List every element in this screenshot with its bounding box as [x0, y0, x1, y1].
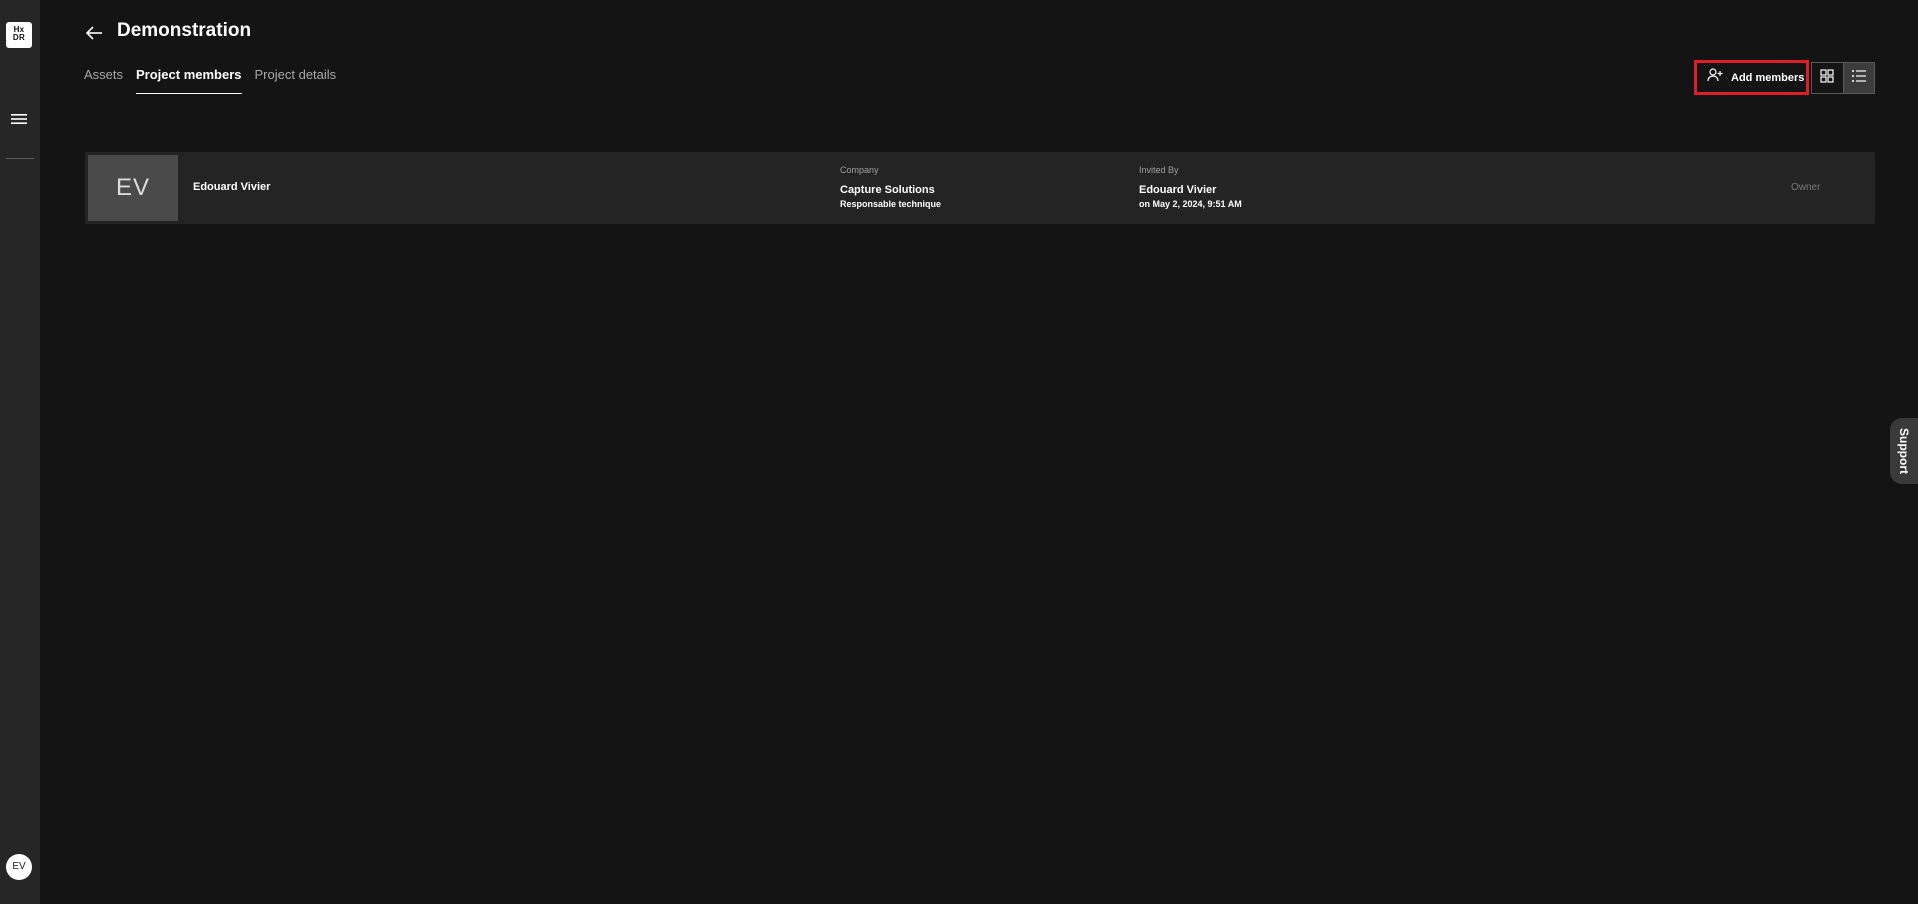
arrow-left-icon[interactable]	[84, 24, 104, 42]
member-avatar: EV	[88, 155, 178, 221]
member-name: Edouard Vivier	[193, 181, 271, 193]
rail-divider	[6, 158, 34, 159]
tab-assets[interactable]: Assets	[84, 66, 123, 94]
left-rail: Hx DR EV	[0, 0, 40, 904]
add-members-label: Add members	[1731, 71, 1805, 84]
tab-project-members[interactable]: Project members	[136, 66, 242, 94]
list-view-icon	[1851, 69, 1867, 88]
page-title: Demonstration	[117, 20, 252, 41]
view-toggle	[1811, 62, 1875, 94]
grid-view-icon	[1820, 68, 1835, 88]
tab-project-details[interactable]: Project details	[255, 66, 337, 94]
company-name: Capture Solutions	[840, 184, 935, 196]
grid-view-button[interactable]	[1812, 63, 1843, 93]
member-job-title: Responsable technique	[840, 199, 942, 209]
add-members-button[interactable]: Add members	[1694, 60, 1809, 95]
support-tab[interactable]: Support	[1890, 418, 1918, 484]
logo-line-2: DR	[12, 33, 26, 42]
list-view-button[interactable]	[1842, 63, 1874, 93]
invited-by-name: Edouard Vivier	[1139, 184, 1217, 196]
tab-bar: Assets Project members Project details	[84, 66, 336, 94]
invited-date: on May 2, 2024, 9:51 AM	[1139, 199, 1242, 209]
hamburger-menu-icon[interactable]	[10, 111, 28, 127]
invited-by-label: Invited By	[1139, 165, 1179, 175]
support-label: Support	[1897, 428, 1911, 474]
member-role: Owner	[1791, 182, 1821, 193]
add-user-icon	[1707, 67, 1723, 88]
company-label: Company	[840, 165, 879, 175]
user-avatar[interactable]: EV	[6, 854, 32, 880]
app-logo[interactable]: Hx DR	[6, 22, 32, 48]
member-row[interactable]: EV Edouard Vivier Company Capture Soluti…	[85, 152, 1875, 224]
